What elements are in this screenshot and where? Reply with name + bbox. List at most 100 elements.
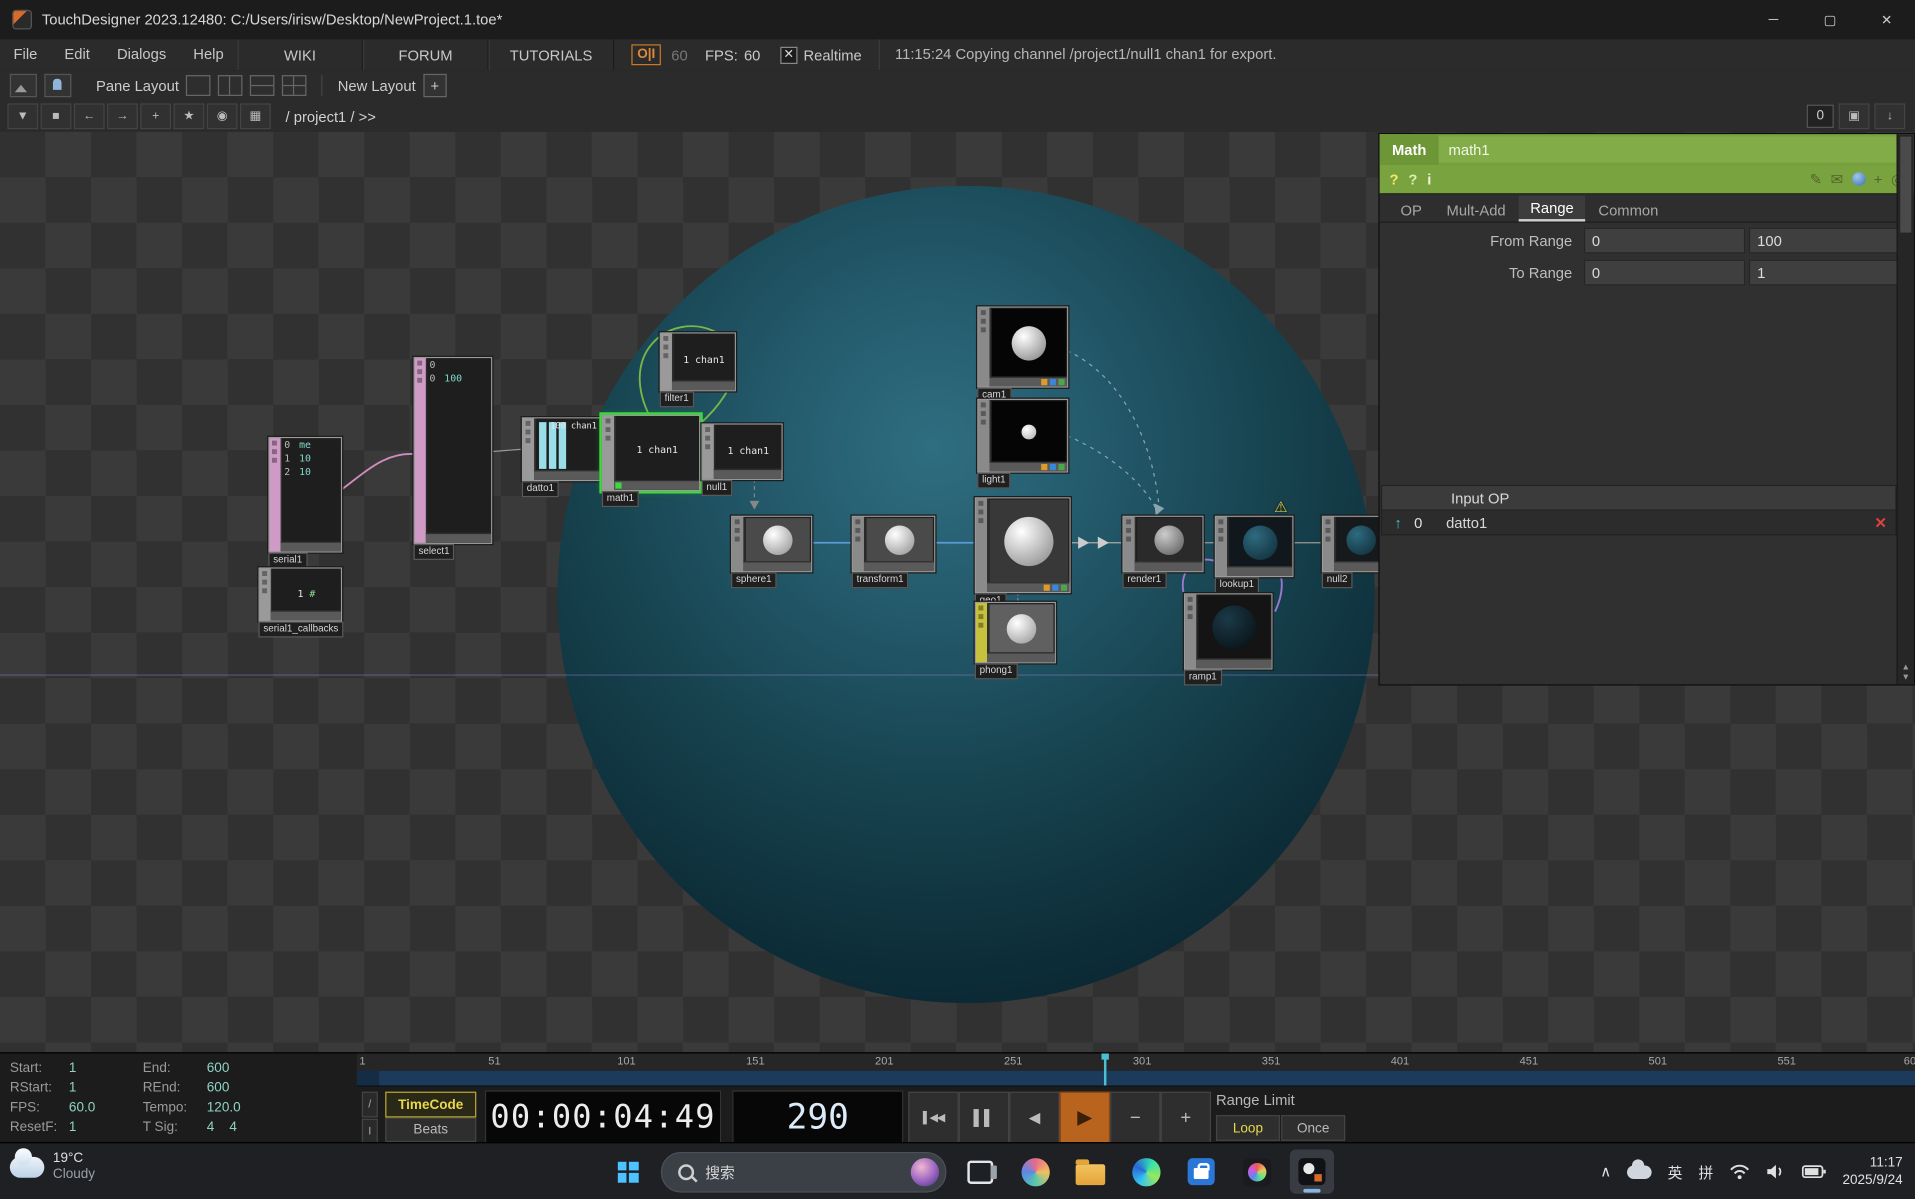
menu-dialogs[interactable]: Dialogs bbox=[103, 39, 179, 70]
maximize-button[interactable]: ▢ bbox=[1802, 0, 1859, 39]
ime-mode-indicator[interactable]: 拼 bbox=[1698, 1161, 1713, 1182]
input-op-name[interactable]: datto1 bbox=[1446, 514, 1866, 531]
node-flag-dot[interactable] bbox=[1058, 464, 1064, 470]
start-button[interactable] bbox=[606, 1149, 650, 1193]
tab-common[interactable]: Common bbox=[1587, 198, 1669, 221]
node-flag-dot[interactable] bbox=[1041, 379, 1047, 385]
node-select1[interactable]: 00100select1 bbox=[414, 357, 493, 544]
node-ramp1[interactable]: ramp1 bbox=[1184, 593, 1273, 669]
loop-button[interactable]: Loop bbox=[1216, 1115, 1280, 1141]
node-flags-bar[interactable] bbox=[1196, 658, 1271, 668]
bookmark-star-button[interactable]: ★ bbox=[174, 103, 205, 129]
node-flags-bar[interactable] bbox=[864, 561, 934, 571]
node-flags-bar[interactable] bbox=[989, 377, 1067, 387]
forward-button[interactable]: → bbox=[107, 103, 138, 129]
to-range-max-field[interactable]: 1 bbox=[1749, 260, 1911, 286]
onedrive-icon[interactable] bbox=[1627, 1165, 1652, 1179]
timeline-info-value[interactable]: 1 bbox=[69, 1081, 143, 1101]
wifi-icon[interactable] bbox=[1729, 1163, 1750, 1180]
help-icon[interactable]: ? bbox=[1389, 170, 1398, 187]
battery-icon[interactable] bbox=[1802, 1164, 1827, 1179]
edge-button[interactable] bbox=[1124, 1149, 1168, 1193]
close-button[interactable]: ✕ bbox=[1858, 0, 1915, 39]
node-filter1[interactable]: 1 chan1filter1 bbox=[660, 332, 736, 391]
timeline-info-value[interactable]: 1 bbox=[69, 1120, 143, 1140]
copilot-button[interactable] bbox=[1013, 1149, 1057, 1193]
pause-button[interactable]: ▌▌ bbox=[959, 1092, 1009, 1144]
rewind-button[interactable]: ▌◀◀ bbox=[908, 1092, 958, 1144]
realtime-checkbox[interactable]: ✕ bbox=[780, 46, 797, 63]
node-flag-dot[interactable] bbox=[1052, 585, 1058, 591]
timeline-mode-i-button[interactable]: I bbox=[362, 1119, 378, 1145]
task-view-button[interactable] bbox=[958, 1149, 1002, 1193]
node-flags-bar[interactable] bbox=[1227, 566, 1292, 576]
tray-expand-chevron[interactable]: ∧ bbox=[1600, 1163, 1611, 1180]
taskbar-search[interactable]: 搜索 bbox=[661, 1151, 947, 1192]
node-serial1[interactable]: 0me110210serial1 bbox=[268, 437, 342, 553]
timeline-ruler[interactable]: 151101151201251301351401451501551600 bbox=[357, 1053, 1915, 1071]
ime-language-indicator[interactable]: 英 bbox=[1668, 1161, 1683, 1182]
step-back-button[interactable]: ◀ bbox=[1009, 1092, 1059, 1144]
panel-scrollbar[interactable]: ▲▼ bbox=[1897, 134, 1914, 684]
back-button[interactable]: ← bbox=[74, 103, 105, 129]
network-editor[interactable]: 0me110210serial11 #serial1_callbacks0010… bbox=[0, 132, 1915, 1053]
node-render1[interactable]: render1 bbox=[1122, 516, 1203, 573]
op-name-field[interactable]: math1 bbox=[1439, 137, 1912, 163]
timeline-info-value[interactable]: 120.0 bbox=[207, 1100, 318, 1120]
to-range-min-field[interactable]: 0 bbox=[1583, 260, 1745, 286]
node-math1[interactable]: 1 chan1math1 bbox=[602, 415, 700, 491]
menu-help[interactable]: Help bbox=[180, 39, 237, 70]
node-flag-dot[interactable] bbox=[1041, 464, 1047, 470]
node-light1[interactable]: light1 bbox=[977, 399, 1068, 473]
node-flags-bar[interactable] bbox=[672, 380, 735, 390]
python-help-icon[interactable]: ? bbox=[1408, 170, 1417, 187]
node-flag-dot[interactable] bbox=[1058, 379, 1064, 385]
once-button[interactable]: Once bbox=[1281, 1115, 1345, 1141]
timeline-info-value[interactable]: 600 bbox=[207, 1061, 318, 1081]
layout-split-h-button[interactable] bbox=[218, 75, 243, 96]
node-flags-bar[interactable] bbox=[987, 652, 1055, 662]
palette-icon[interactable] bbox=[44, 74, 71, 97]
bookmark-icon[interactable] bbox=[10, 74, 37, 97]
menu-wiki[interactable]: WIKI bbox=[237, 39, 363, 70]
touchdesigner-taskbar-button[interactable] bbox=[1290, 1149, 1334, 1193]
node-phong1[interactable]: phong1 bbox=[975, 602, 1056, 664]
node-flags-bar[interactable] bbox=[714, 469, 782, 479]
volume-icon[interactable] bbox=[1766, 1163, 1786, 1180]
minimize-button[interactable]: ─ bbox=[1745, 0, 1802, 39]
pane-collapse-icon[interactable]: ↓ bbox=[1874, 103, 1905, 129]
layout-split-v-button[interactable] bbox=[250, 75, 275, 96]
oi-indicator[interactable]: O|I bbox=[631, 44, 661, 65]
node-null1[interactable]: 1 chan1null1 bbox=[702, 423, 783, 480]
node-cam1[interactable]: cam1 bbox=[977, 306, 1068, 387]
node-flags-bar[interactable] bbox=[426, 533, 491, 543]
frame-display[interactable]: 290 bbox=[732, 1090, 903, 1143]
increment-button[interactable]: + bbox=[1161, 1092, 1211, 1144]
file-explorer-button[interactable] bbox=[1068, 1149, 1112, 1193]
node-flags-bar[interactable] bbox=[1135, 561, 1203, 571]
tab-op[interactable]: OP bbox=[1389, 198, 1432, 221]
node-flags-bar[interactable] bbox=[534, 470, 599, 480]
node-flags-bar[interactable] bbox=[614, 480, 699, 490]
find-op-button[interactable]: ◉ bbox=[207, 103, 238, 129]
remove-input-icon[interactable]: ✕ bbox=[1866, 514, 1896, 531]
node-flags-bar[interactable] bbox=[271, 610, 341, 620]
input-op-row[interactable]: ↑ 0 datto1 ✕ bbox=[1381, 511, 1897, 536]
node-flags-bar[interactable] bbox=[989, 462, 1067, 472]
layout-quad-button[interactable] bbox=[282, 75, 307, 96]
timecode-toggle-button[interactable]: TimeCode bbox=[385, 1092, 476, 1118]
network-overview-button[interactable]: ▦ bbox=[240, 103, 271, 129]
language-python-icon[interactable] bbox=[1852, 172, 1866, 186]
node-geo1[interactable]: geo1 bbox=[975, 497, 1071, 593]
info-icon[interactable]: i bbox=[1427, 170, 1431, 187]
store-button[interactable] bbox=[1179, 1149, 1223, 1193]
add-parameter-icon[interactable]: + bbox=[1874, 170, 1883, 187]
timeline-info-value[interactable]: 60.0 bbox=[69, 1100, 143, 1120]
menu-edit[interactable]: Edit bbox=[51, 39, 104, 70]
new-layout-add-button[interactable]: + bbox=[423, 74, 446, 97]
comment-icon[interactable]: ✉ bbox=[1831, 170, 1843, 187]
add-op-button[interactable]: + bbox=[140, 103, 171, 129]
node-sphere1[interactable]: sphere1 bbox=[731, 516, 812, 573]
timeline-info-value[interactable]: 1 bbox=[69, 1061, 143, 1081]
play-button[interactable]: ▶ bbox=[1060, 1092, 1110, 1144]
